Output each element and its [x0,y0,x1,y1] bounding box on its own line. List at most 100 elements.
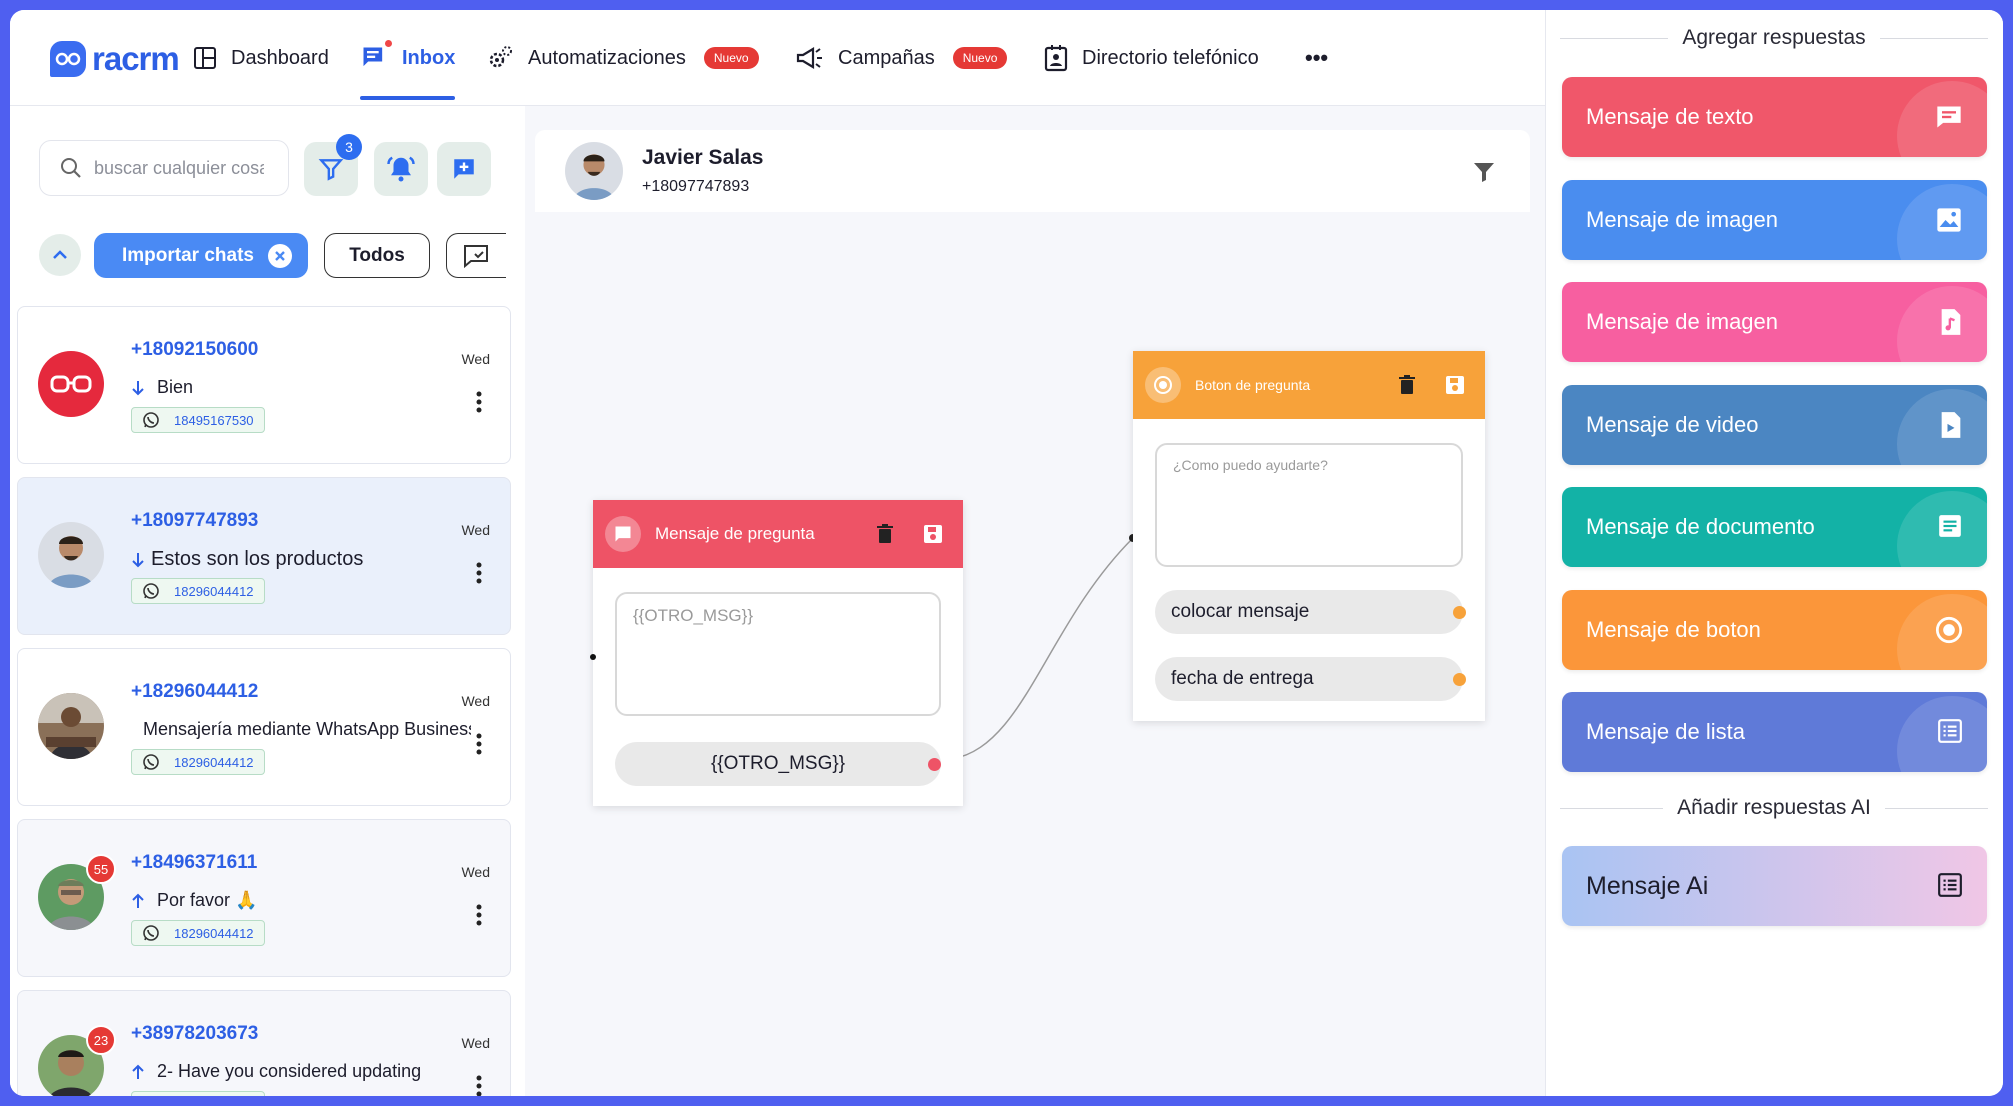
whatsapp-number-tag: 18296044412 [131,1091,265,1096]
whatsapp-number: 18296044412 [174,583,254,599]
nav-dashboard[interactable]: Dashboard [193,10,329,106]
ai-section-title-text: Añadir respuestas AI [1677,796,1871,819]
kebab-menu-icon[interactable] [476,733,482,760]
arrow-down-icon [132,552,144,567]
flow-canvas[interactable]: Javier Salas +18097747893 Mensaje de pre… [525,106,1545,1096]
top-navbar: racrm Dashboard Inbox Automatizaciones N… [10,10,1545,106]
save-icon[interactable] [923,524,943,544]
arrow-up-icon [132,893,144,908]
button-label: Mensaje Ai [1586,871,1709,900]
chat-list-item[interactable]: +18296044412 Mensajería mediante WhatsAp… [17,648,511,806]
chat-sidebar: 3 Importar chats Todos [10,106,525,1096]
import-chats-chip[interactable]: Importar chats [94,233,308,278]
node-option-pill[interactable]: colocar mensaje [1155,590,1463,634]
all-chats-chip[interactable]: Todos [324,233,430,278]
kebab-menu-icon[interactable] [476,904,482,931]
arrow-down-icon [132,380,144,395]
panel-title-text: Agregar respuestas [1682,26,1866,49]
button-label: Mensaje de imagen [1586,207,1779,232]
nav-campaigns[interactable]: Campañas Nuevo [796,10,1008,106]
trash-icon[interactable] [877,524,893,544]
filter-count-badge: 3 [336,134,362,160]
bell-ring-icon [387,156,415,182]
filter-icon [318,159,344,181]
collapse-filters-button[interactable] [39,234,81,276]
nav-directory[interactable]: Directorio telefónico [1044,10,1259,106]
chat-icon [1937,106,1961,128]
chat-phone: +18296044412 [131,681,259,702]
chat-message-text: 2- Have you considered updating [157,1061,422,1081]
search-input[interactable] [94,157,264,179]
node-title: Mensaje de pregunta [655,524,815,543]
save-icon[interactable] [1445,375,1465,395]
filter-button[interactable]: 3 [304,134,362,196]
nav-campaigns-label: Campañas [838,46,935,69]
node-message-textarea[interactable]: {{OTRO_MSG}} [615,592,941,716]
chat-last-message: 2- Have you considered updating [131,1061,471,1082]
chat-list-item[interactable]: 55 +18496371611 Por favor 🙏 18296044412 … [17,819,511,977]
node-header[interactable]: Boton de pregunta [1133,351,1485,419]
nav-automations-label: Automatizaciones [528,46,686,69]
search-icon [61,158,81,178]
nav-inbox[interactable]: Inbox [360,10,456,106]
brand-name: racrm [92,40,180,77]
chat-message-text: Mensajería mediante WhatsApp Business [143,719,471,739]
node-option-pill[interactable]: fecha de entrega [1155,657,1463,701]
whatsapp-number: 18495167530 [174,412,254,428]
button-question-node[interactable]: Boton de pregunta ¿Como puedo ayudarte? … [1133,351,1485,721]
button-label: Mensaje de video [1586,412,1759,437]
question-message-node[interactable]: Mensaje de pregunta {{OTRO_MSG}} {{OTRO_… [590,500,963,806]
chat-day: Wed [461,864,490,880]
audio-message-button[interactable]: Mensaje de imagen [1562,282,1987,362]
chevron-up-icon [53,250,67,259]
output-port[interactable] [928,758,941,771]
kebab-menu-icon[interactable] [476,391,482,418]
kebab-menu-icon[interactable] [476,562,482,589]
logo-icon [50,41,86,77]
search-box [39,140,289,196]
whatsapp-number-tag: 18296044412 [131,749,265,775]
avatar [38,351,104,417]
unread-count-badge: 55 [86,854,116,884]
document-message-button[interactable]: Mensaje de documento [1562,487,1987,567]
list-message-button[interactable]: Mensaje de lista [1562,692,1987,772]
node-header[interactable]: Mensaje de pregunta [593,500,963,568]
whatsapp-number: 18296044412 [174,754,254,770]
output-port[interactable] [1453,673,1466,686]
more-menu-button[interactable]: ••• [1305,10,1328,106]
text-message-button[interactable]: Mensaje de texto [1562,77,1987,157]
radio-icon [1935,616,1963,644]
unread-chats-chip[interactable] [446,233,506,278]
notifications-button[interactable] [374,142,428,196]
output-port[interactable] [1453,606,1466,619]
audio-file-icon [1941,309,1961,335]
chat-list-item[interactable]: 23 +38978203673 2- Have you considered u… [17,990,511,1096]
chat-day: Wed [461,693,490,709]
chat-last-message: Bien [131,377,471,398]
kebab-menu-icon[interactable] [476,1075,482,1096]
video-file-icon [1941,412,1961,438]
nav-automations[interactable]: Automatizaciones Nuevo [486,10,759,106]
chat-list-item[interactable]: +18097747893 Estos son los productos 182… [17,477,511,635]
video-message-button[interactable]: Mensaje de video [1562,385,1987,465]
add-message-icon [454,159,474,179]
trash-icon[interactable] [1399,375,1415,395]
whatsapp-number-tag: 18495167530 [131,407,265,433]
whatsapp-icon [143,583,159,599]
image-message-button[interactable]: Mensaje de imagen [1562,180,1987,260]
node-message-textarea[interactable]: ¿Como puedo ayudarte? [1155,443,1463,567]
gears-icon [489,46,512,68]
whatsapp-number: 18296044412 [174,925,254,941]
button-message-button[interactable]: Mensaje de boton [1562,590,1987,670]
new-chat-button[interactable] [437,142,491,196]
chat-check-icon [464,244,488,268]
brand-logo[interactable]: racrm [50,40,180,78]
ai-message-button[interactable]: Mensaje Ai [1562,846,1987,926]
input-port[interactable] [590,654,596,660]
node-variable-pill[interactable]: {{OTRO_MSG}} [615,742,941,786]
chat-list-item[interactable]: +18092150600 Bien 18495167530 Wed [17,306,511,464]
nav-dashboard-label: Dashboard [231,46,329,69]
contact-book-icon [1044,45,1068,72]
nav-directory-label: Directorio telefónico [1082,46,1259,69]
close-icon[interactable] [267,243,292,268]
